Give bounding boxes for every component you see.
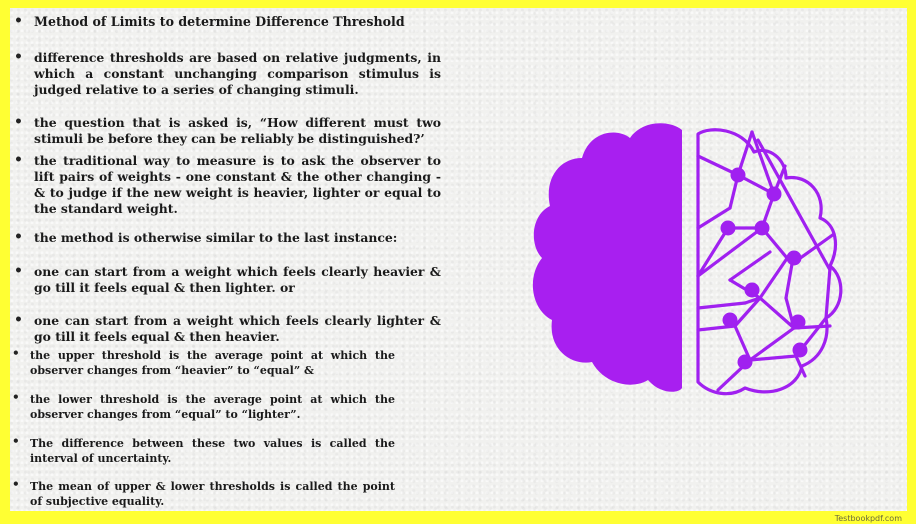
- bullet-icon: •: [14, 13, 23, 29]
- circuit-node: [792, 342, 808, 358]
- circuit-node: [722, 312, 738, 328]
- bullet-text: the question that is asked is, “How diff…: [34, 115, 441, 146]
- slide-title: • Method of Limits to determine Differen…: [14, 13, 444, 30]
- circuit-node: [790, 314, 806, 330]
- bullet-text: the lower threshold is the average point…: [30, 393, 395, 421]
- bullet-text: the method is otherwise similar to the l…: [34, 230, 398, 245]
- bullet-item: • the traditional way to measure is to a…: [14, 152, 441, 217]
- circuit-node: [766, 186, 782, 202]
- circuit-lines: [696, 130, 836, 392]
- bullet-item: • the question that is asked is, “How di…: [14, 114, 441, 147]
- circuit-node: [754, 220, 770, 236]
- bullet-icon: •: [12, 434, 20, 448]
- brain-left-hemisphere: [532, 123, 682, 392]
- bullet-item: • the lower threshold is the average poi…: [12, 390, 395, 422]
- bullet-text-main: The difference between these two values …: [30, 437, 395, 450]
- bullet-icon: •: [14, 229, 23, 245]
- bullet-text: The mean of upper & lower thresholds is …: [30, 479, 395, 509]
- bullet-text-main: The mean of upper & lower thresholds is …: [30, 480, 358, 493]
- bullet-icon: •: [14, 114, 23, 130]
- circuit-node: [786, 250, 802, 266]
- bullet-item: • The difference between these two value…: [12, 434, 395, 466]
- bullet-icon: •: [14, 49, 23, 65]
- bullet-icon: •: [12, 346, 20, 360]
- title-text: Method of Limits to determine Difference…: [34, 14, 405, 29]
- bullet-icon: •: [14, 152, 23, 168]
- bullet-text: The difference between these two values …: [30, 436, 395, 466]
- circuit-node: [720, 220, 736, 236]
- circuit-node: [737, 354, 753, 370]
- bullet-icon: •: [12, 390, 20, 404]
- term-interval-of-uncertainty: interval of uncertainty.: [30, 452, 172, 465]
- bullet-item: • one can start from a weight which feel…: [14, 263, 441, 296]
- watermark: Testbookpdf.com: [834, 514, 902, 523]
- bullet-item: • difference thresholds are based on rel…: [14, 49, 441, 98]
- brain-circuit-icon: [532, 123, 843, 396]
- bullet-text: one can start from a weight which feels …: [34, 264, 441, 295]
- bullet-icon: •: [12, 477, 20, 491]
- bullet-text: the upper threshold is the average point…: [30, 349, 395, 377]
- bullet-item: • The mean of upper & lower thresholds i…: [12, 477, 395, 509]
- bullet-item: • the upper threshold is the average poi…: [12, 346, 395, 378]
- bullet-text: the traditional way to measure is to ask…: [34, 153, 441, 216]
- circuit-node: [730, 167, 746, 183]
- bullet-text: difference thresholds are based on relat…: [34, 50, 441, 97]
- bullet-item: • the method is otherwise similar to the…: [14, 229, 441, 246]
- circuit-node: [744, 282, 760, 298]
- bullet-item: • one can start from a weight which feel…: [14, 312, 441, 345]
- bullet-icon: •: [14, 263, 23, 279]
- bullet-icon: •: [14, 312, 23, 328]
- bullet-text: one can start from a weight which feels …: [34, 313, 441, 344]
